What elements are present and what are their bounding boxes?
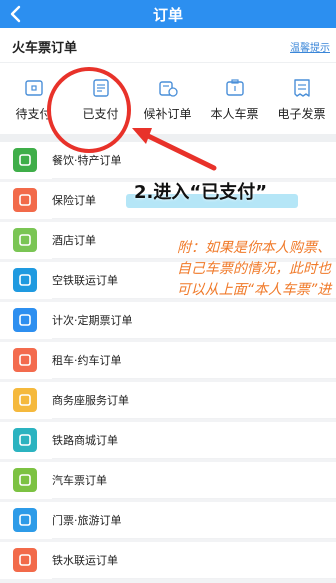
order-label: 计次·定期票订单 — [52, 314, 133, 327]
row-divider — [52, 298, 336, 299]
tab-invoice[interactable]: 电子发票 — [268, 63, 335, 135]
row-divider — [52, 418, 336, 419]
order-list-item[interactable]: 空铁联运订单 — [0, 262, 336, 299]
rail-water-icon — [13, 548, 37, 572]
order-list-item[interactable]: 酒店订单 — [0, 222, 336, 259]
row-divider — [52, 338, 336, 339]
row-divider — [52, 498, 336, 499]
bus-icon — [13, 468, 37, 492]
order-list-item[interactable]: 租车·约车订单 — [0, 342, 336, 379]
section-title: 火车票订单 — [12, 41, 78, 56]
tab-label: 已支付 — [82, 107, 119, 121]
row-divider — [52, 378, 336, 379]
order-status-tabs: 待支付 已支付 候补订单 本人车票 电子发票 — [0, 62, 336, 134]
waitlist-icon — [158, 81, 178, 97]
order-list-item[interactable]: 铁水联运订单 — [0, 542, 336, 579]
order-label: 门票·旅游订单 — [52, 514, 122, 527]
tab-my-ticket[interactable]: 本人车票 — [201, 63, 268, 135]
order-list-item[interactable]: 保险订单 — [0, 182, 336, 219]
car-rental-icon — [13, 348, 37, 372]
row-divider — [52, 538, 336, 539]
row-divider — [52, 178, 336, 179]
order-label: 租车·约车订单 — [52, 354, 122, 367]
invoice-icon — [293, 79, 310, 97]
paid-icon — [92, 79, 109, 97]
tab-paid[interactable]: 已支付 — [67, 63, 134, 135]
order-label: 空铁联运订单 — [52, 274, 118, 287]
row-divider — [52, 258, 336, 259]
train-order-header: 火车票订单 温馨提示 — [0, 28, 336, 62]
insurance-icon — [13, 188, 37, 212]
order-label: 商务座服务订单 — [52, 394, 129, 407]
page-title: 订单 — [152, 6, 183, 24]
order-label: 铁路商城订单 — [52, 434, 118, 447]
row-divider — [52, 218, 336, 219]
row-divider — [52, 458, 336, 459]
travel-icon — [13, 508, 37, 532]
order-label: 铁水联运订单 — [52, 554, 118, 567]
divider — [0, 134, 336, 142]
top-bar: 订单 — [0, 0, 336, 28]
order-label: 汽车票订单 — [52, 474, 107, 487]
row-divider — [52, 578, 336, 579]
hotel-icon — [13, 228, 37, 252]
order-list-item[interactable]: 汽车票订单 — [0, 462, 336, 499]
tab-label: 电子发票 — [277, 107, 326, 121]
order-list-item[interactable]: 门票·旅游订单 — [0, 502, 336, 539]
order-label: 餐饮·特产订单 — [52, 154, 122, 167]
order-label: 保险订单 — [52, 194, 96, 207]
order-label: 酒店订单 — [52, 234, 96, 247]
tab-label: 待支付 — [15, 107, 52, 121]
order-list-item[interactable]: 铁路商城订单 — [0, 422, 336, 459]
tips-link[interactable]: 温馨提示 — [290, 39, 330, 54]
tab-label: 候补订单 — [143, 107, 192, 121]
food-icon — [13, 148, 37, 172]
order-list-item[interactable]: 计次·定期票订单 — [0, 302, 336, 339]
shop-cart-icon — [13, 428, 37, 452]
tab-label: 本人车票 — [210, 107, 259, 121]
tab-waitlist[interactable]: 候补订单 — [134, 63, 201, 135]
periodic-ticket-icon — [13, 308, 37, 332]
pending-payment-icon — [24, 80, 43, 96]
business-seat-icon — [13, 388, 37, 412]
my-ticket-icon — [225, 79, 244, 96]
air-rail-icon — [13, 268, 37, 292]
order-list-item[interactable]: 商务座服务订单 — [0, 382, 336, 419]
tab-pending-payment[interactable]: 待支付 — [0, 63, 67, 135]
order-list-item[interactable]: 餐饮·特产订单 — [0, 142, 336, 179]
